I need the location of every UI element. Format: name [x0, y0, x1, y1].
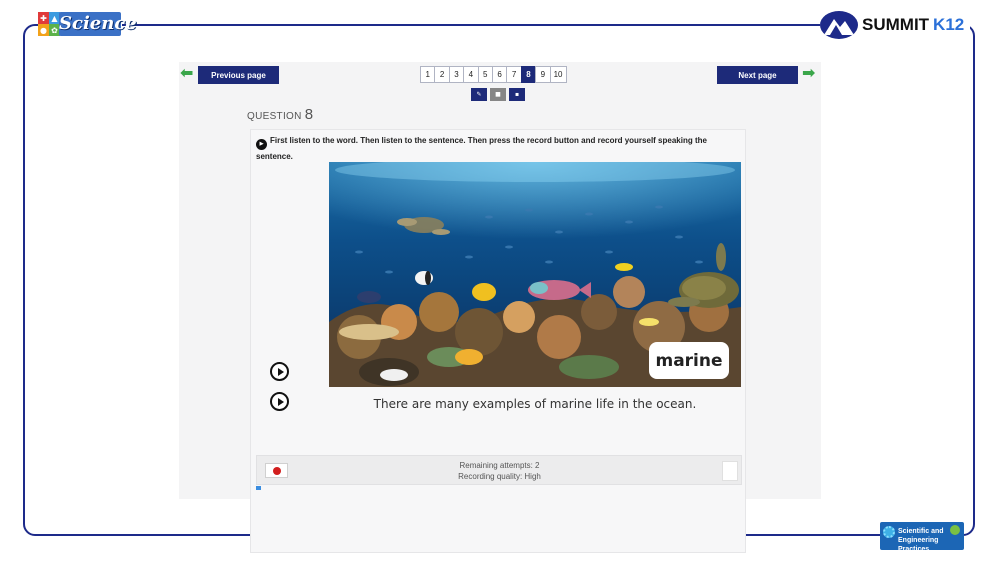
page-button-4[interactable]: 4 — [463, 66, 479, 83]
summit-name: SUMMIT — [862, 15, 930, 34]
page-button-2[interactable]: 2 — [434, 66, 450, 83]
assessment-panel: ⬅ Previous page 1 2 3 4 5 6 7 8 9 10 Nex… — [179, 62, 821, 553]
play-icon — [277, 397, 284, 406]
planet-icon: ● — [38, 24, 49, 36]
play-icon — [277, 367, 284, 376]
note-icon[interactable]: ▪ — [509, 88, 525, 101]
page-button-3[interactable]: 3 — [448, 66, 465, 83]
question-card: ▶ First listen to the word. Then listen t… — [250, 129, 746, 553]
page-button-6[interactable]: 6 — [491, 66, 508, 83]
record-icon — [272, 466, 281, 475]
gear-icon — [883, 526, 895, 538]
recording-progress-bar — [256, 486, 261, 490]
record-button[interactable] — [265, 463, 288, 478]
summit-logo-text: SUMMIT K12 — [862, 15, 964, 35]
page-button-7[interactable]: 7 — [506, 66, 522, 83]
science-logo: ✚ ▲ ● ✿ Science — [38, 11, 137, 38]
science-logo-tiles: ✚ ▲ ● ✿ — [38, 12, 60, 36]
sentence-text: There are many examples of marine life i… — [373, 397, 697, 411]
gear-small-icon — [950, 525, 960, 535]
pencil-icon[interactable]: ✎ — [471, 88, 487, 101]
play-word-button[interactable] — [270, 362, 289, 381]
play-instruction-icon[interactable]: ▶ — [256, 139, 267, 150]
page-button-1[interactable]: 1 — [420, 66, 436, 83]
question-label-text: QUESTION — [247, 111, 302, 122]
page-button-8-current[interactable]: 8 — [520, 66, 537, 83]
mountain-icon — [820, 11, 858, 39]
page-button-5[interactable]: 5 — [477, 66, 493, 83]
page-navigator: 1 2 3 4 5 6 7 8 9 10 — [420, 66, 567, 83]
summit-k12-logo: SUMMIT K12 — [820, 10, 970, 40]
summit-k12: K12 — [933, 15, 965, 34]
word-label: marine — [649, 342, 729, 379]
tool-bar: ✎ ■ ▪ — [471, 88, 525, 101]
science-logo-word: Science — [59, 12, 137, 36]
arrow-right-icon[interactable]: ➡ — [802, 65, 816, 81]
recorder-bar: Remaining attempts: 2 Recording quality:… — [256, 455, 742, 485]
page-button-10[interactable]: 10 — [549, 66, 567, 83]
page-button-9[interactable]: 9 — [535, 66, 551, 83]
question-label: QUESTION 8 — [247, 106, 313, 123]
bookmark-icon[interactable]: ■ — [490, 88, 506, 101]
remaining-attempts: Remaining attempts: 2 — [459, 461, 540, 470]
magnet-icon: ✚ — [38, 12, 49, 24]
recorder-info: Remaining attempts: 2 Recording quality:… — [407, 460, 592, 482]
instruction-text: ▶ First listen to the word. Then listen t… — [256, 134, 736, 164]
practices-badge: Scientific and Engineering Practices — [880, 522, 964, 553]
practices-badge-text: Scientific and Engineering Practices — [898, 528, 944, 553]
next-page-button[interactable]: Next page — [717, 66, 798, 84]
previous-page-button[interactable]: Previous page — [198, 66, 279, 84]
question-number: 8 — [304, 106, 314, 123]
play-sentence-button[interactable] — [270, 392, 289, 411]
recording-output-box[interactable] — [722, 461, 738, 481]
arrow-left-icon[interactable]: ⬅ — [180, 65, 194, 81]
coral-reef-image: marine — [329, 162, 741, 387]
recording-quality: Recording quality: High — [458, 472, 541, 481]
instruction-body: First listen to the word. Then listen to… — [256, 136, 707, 161]
